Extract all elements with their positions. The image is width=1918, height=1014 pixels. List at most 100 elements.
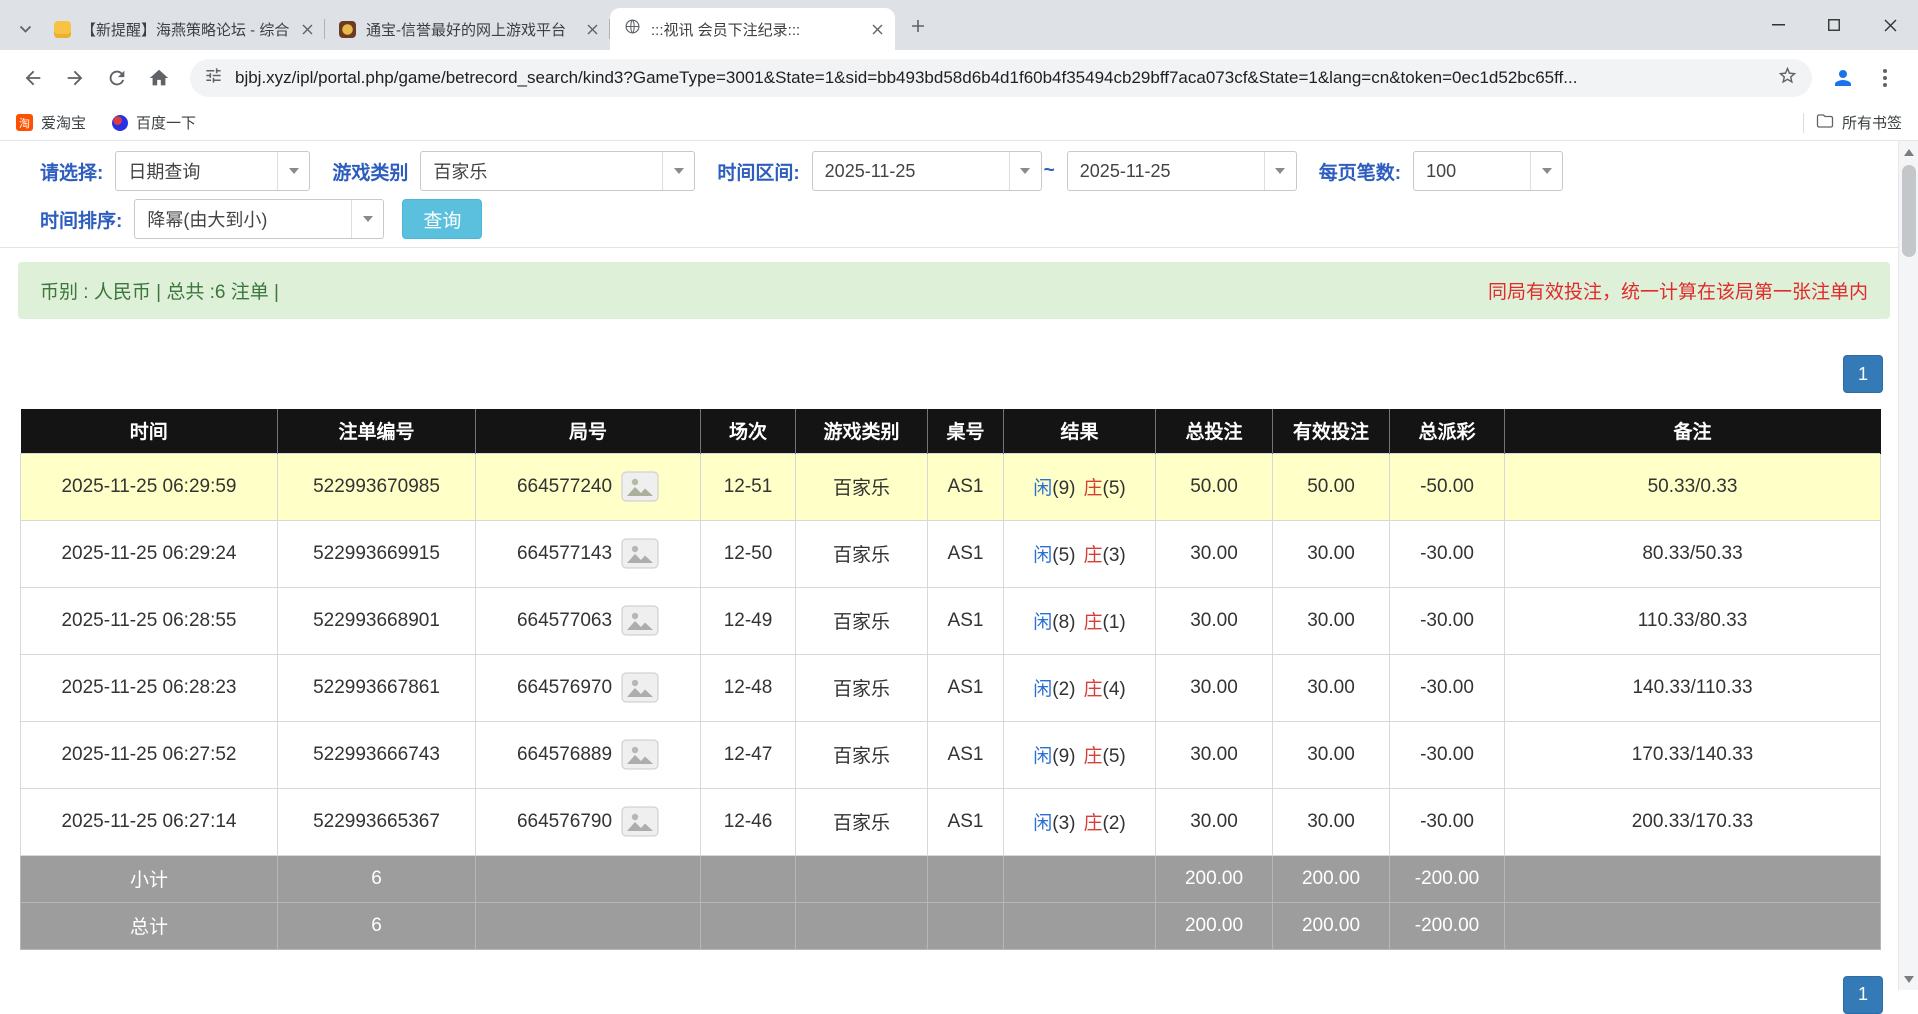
- pagination-page-1-bottom[interactable]: 1: [1843, 976, 1883, 1014]
- cell-session: 12-47: [701, 721, 796, 788]
- chevron-down-icon[interactable]: [1264, 152, 1296, 190]
- cell-bet-id: 522993667861: [278, 654, 476, 721]
- all-bookmarks-button[interactable]: 所有书签: [1816, 112, 1902, 133]
- cell-round: 664576790: [476, 788, 701, 855]
- date-to-value: 2025-11-25: [1080, 161, 1171, 182]
- cell-payout: -30.00: [1390, 721, 1505, 788]
- page-scrollbar[interactable]: [1898, 141, 1918, 990]
- total-row: 总计 6 200.00 200.00 -200.00: [21, 902, 1881, 949]
- bookmark-baidu[interactable]: 百度一下: [112, 112, 196, 133]
- round-result-image-icon[interactable]: [621, 739, 659, 770]
- table-row: 2025-11-25 06:28:55 522993668901 6645770…: [21, 587, 1881, 654]
- chevron-down-icon[interactable]: [662, 152, 694, 190]
- currency-total-text: 币别 : 人民币 | 总共 :6 注单 |: [40, 277, 279, 304]
- site-settings-icon[interactable]: [204, 66, 223, 90]
- cell-total-bet-link[interactable]: 30.00: [1156, 788, 1273, 855]
- cell-payout: -30.00: [1390, 587, 1505, 654]
- tab-strip: 【新提醒】海燕策略论坛 - 综合 通宝-信誉最好的网上游戏平台 :::视讯 会员…: [0, 0, 1918, 50]
- browser-tab-forum[interactable]: 【新提醒】海燕策略论坛 - 综合: [40, 8, 325, 50]
- cell-total-bet-link[interactable]: 50.00: [1156, 453, 1273, 520]
- profile-icon[interactable]: [1822, 57, 1864, 99]
- cell-table: AS1: [928, 788, 1004, 855]
- sort-order-select[interactable]: 降幂(由大到小): [134, 199, 384, 239]
- cell-valid-bet: 30.00: [1273, 520, 1390, 587]
- cell-round: 664577240: [476, 453, 701, 520]
- pagination-page-1-top[interactable]: 1: [1843, 355, 1883, 393]
- cell-remark: 140.33/110.33: [1505, 654, 1881, 721]
- bookmark-taobao[interactable]: 淘 爱淘宝: [16, 112, 86, 133]
- tab-close-icon[interactable]: [582, 19, 602, 39]
- cell-total-bet-link[interactable]: 30.00: [1156, 721, 1273, 788]
- header-valid-bet: 有效投注: [1273, 409, 1390, 453]
- filter-divider: [0, 247, 1918, 248]
- cell-valid-bet: 30.00: [1273, 788, 1390, 855]
- tab-close-icon[interactable]: [867, 19, 887, 39]
- range-separator: ~: [1044, 160, 1055, 182]
- cell-total-bet-link[interactable]: 30.00: [1156, 587, 1273, 654]
- reload-button[interactable]: [96, 57, 138, 99]
- bookmarks-divider: [1803, 113, 1804, 133]
- round-number: 664577240: [517, 476, 612, 498]
- chevron-down-icon[interactable]: [277, 152, 309, 190]
- cell-total-bet-link[interactable]: 30.00: [1156, 654, 1273, 721]
- tab-close-icon[interactable]: [297, 19, 317, 39]
- cell-session: 12-50: [701, 520, 796, 587]
- window-close-button[interactable]: [1862, 0, 1918, 50]
- round-result-image-icon[interactable]: [621, 538, 659, 569]
- page-size-value: 100: [1426, 161, 1456, 182]
- tab-search-chevron-icon[interactable]: [10, 8, 40, 50]
- page-content: 请选择: 日期查询 游戏类别 百家乐 时间区间: 2025-11-25 ~ 20…: [0, 141, 1918, 989]
- scrollbar-thumb[interactable]: [1902, 165, 1916, 257]
- url-text[interactable]: bjbj.xyz/ipl/portal.php/game/betrecord_s…: [235, 68, 1765, 88]
- round-number: 664576889: [517, 744, 612, 766]
- cell-result: 闲(8)庄(1): [1004, 587, 1156, 654]
- cell-total-bet-link[interactable]: 30.00: [1156, 520, 1273, 587]
- date-to-select[interactable]: 2025-11-25: [1067, 151, 1297, 191]
- chevron-down-icon[interactable]: [1009, 152, 1041, 190]
- cell-bet-id: 522993666743: [278, 721, 476, 788]
- page-size-label: 每页笔数:: [1319, 158, 1401, 185]
- scrollbar-up-arrow[interactable]: [1899, 143, 1918, 161]
- header-game-type: 游戏类别: [796, 409, 928, 453]
- forward-button[interactable]: [54, 57, 96, 99]
- round-result-image-icon[interactable]: [621, 605, 659, 636]
- date-from-select[interactable]: 2025-11-25: [812, 151, 1042, 191]
- round-result-image-icon[interactable]: [621, 471, 659, 502]
- bookmark-star-icon[interactable]: [1777, 65, 1798, 91]
- cell-valid-bet: 30.00: [1273, 721, 1390, 788]
- home-button[interactable]: [138, 57, 180, 99]
- date-range-label: 时间区间:: [717, 158, 799, 185]
- cell-result: 闲(2)庄(4): [1004, 654, 1156, 721]
- bookmarks-bar: 淘 爱淘宝 百度一下 所有书签: [0, 105, 1918, 141]
- cell-table: AS1: [928, 654, 1004, 721]
- select-label: 请选择:: [40, 158, 103, 185]
- taobao-favicon-icon: 淘: [16, 114, 33, 131]
- back-button[interactable]: [12, 57, 54, 99]
- window-minimize-button[interactable]: [1750, 0, 1806, 50]
- table-row: 2025-11-25 06:29:24 522993669915 6645771…: [21, 520, 1881, 587]
- search-button[interactable]: 查询: [402, 199, 482, 239]
- menu-dots-icon[interactable]: [1864, 57, 1906, 99]
- page-size-select[interactable]: 100: [1413, 151, 1563, 191]
- window-maximize-button[interactable]: [1806, 0, 1862, 50]
- date-from-value: 2025-11-25: [825, 161, 916, 182]
- new-tab-button[interactable]: [903, 11, 933, 41]
- address-bar[interactable]: bjbj.xyz/ipl/portal.php/game/betrecord_s…: [190, 59, 1812, 97]
- round-result-image-icon[interactable]: [621, 672, 659, 703]
- query-type-select[interactable]: 日期查询: [115, 151, 310, 191]
- game-type-select[interactable]: 百家乐: [420, 151, 695, 191]
- cell-round: 664577143: [476, 520, 701, 587]
- subtotal-row: 小计 6 200.00 200.00 -200.00: [21, 855, 1881, 902]
- chevron-down-icon[interactable]: [1530, 152, 1562, 190]
- scrollbar-down-arrow[interactable]: [1899, 970, 1918, 988]
- browser-tab-tongbao[interactable]: 通宝-信誉最好的网上游戏平台: [325, 8, 610, 50]
- browser-tab-bet-records-active[interactable]: :::视讯 会员下注纪录:::: [610, 8, 895, 50]
- round-result-image-icon[interactable]: [621, 806, 659, 837]
- subtotal-count: 6: [278, 855, 476, 902]
- cell-time: 2025-11-25 06:28:23: [21, 654, 278, 721]
- chevron-down-icon[interactable]: [351, 200, 383, 238]
- cell-round: 664576889: [476, 721, 701, 788]
- bookmark-label: 爱淘宝: [41, 112, 86, 133]
- subtotal-valid-bet: 200.00: [1273, 855, 1390, 902]
- game-type-value: 百家乐: [433, 158, 487, 184]
